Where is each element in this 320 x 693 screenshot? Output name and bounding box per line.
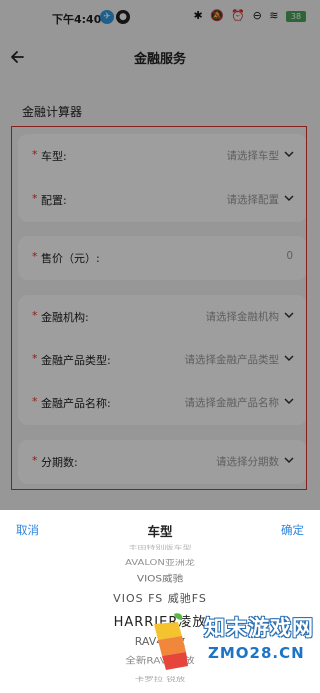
alarm-icon: ⏰: [231, 9, 248, 22]
telegram-icon: ✈: [100, 10, 114, 24]
picker-option[interactable]: 丰田特别版车型: [0, 544, 320, 551]
status-icons: ✱ 🔕 ⏰ ⊖ ≋ 38: [193, 9, 306, 22]
bluetooth-icon: ✱: [193, 9, 205, 22]
picker-title: 车型: [147, 524, 173, 539]
mute-icon: 🔕: [210, 9, 226, 22]
picker-option[interactable]: VIOS威驰: [0, 572, 320, 585]
picker-option[interactable]: VIOS FS 威驰FS: [0, 590, 320, 606]
section-title: 金融计算器: [22, 105, 83, 119]
site-watermark: 知末游戏网 ZMO28.CN: [148, 608, 316, 678]
picker-option[interactable]: AVALON亚洲龙: [0, 556, 320, 567]
highlight-box: [11, 126, 307, 490]
fruit-logo-icon: [154, 613, 188, 670]
confirm-button[interactable]: 确定: [281, 522, 304, 538]
dnd-icon: ⊖: [252, 9, 264, 22]
watermark-text: 知末游戏网: [204, 616, 314, 640]
watermark-url: ZMO28.CN: [208, 644, 305, 662]
battery-icon: 38: [286, 9, 306, 22]
app-header: 金融服务: [0, 34, 320, 84]
status-time: 下午4:40: [52, 13, 102, 26]
qq-icon: ●: [116, 10, 130, 24]
page-title: 金融服务: [133, 52, 186, 67]
wifi-icon: ≋: [269, 9, 281, 22]
status-bar: 下午4:40 ✈ ● ✱ 🔕 ⏰ ⊖ ≋ 38: [0, 0, 320, 34]
